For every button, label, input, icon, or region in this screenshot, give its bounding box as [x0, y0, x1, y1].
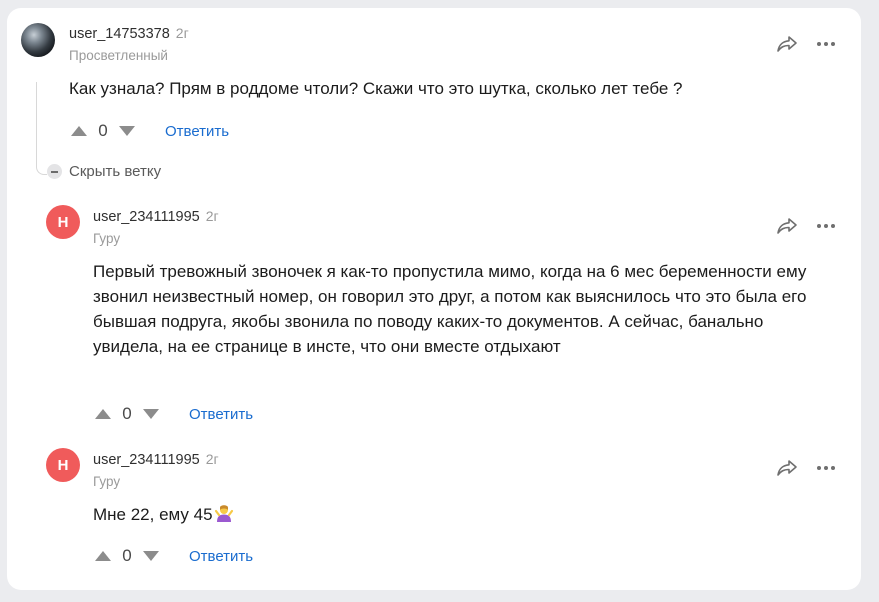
reply-button[interactable]: Ответить	[189, 548, 253, 565]
comments-card: user_14753378 2г Просветленный Как узнала…	[7, 8, 861, 590]
comment-actions: 0 Ответить	[93, 546, 253, 566]
user-rank: Гуру	[93, 474, 121, 489]
share-icon[interactable]	[775, 458, 799, 478]
vote-count: 0	[122, 404, 132, 423]
thread-line	[36, 82, 47, 175]
upvote-icon[interactable]	[93, 407, 113, 421]
comment-age: 2г	[205, 208, 219, 224]
comment-age: 2г	[205, 451, 219, 467]
person-shrugging-emoji	[214, 503, 234, 523]
user-rank: Гуру	[93, 231, 121, 246]
username[interactable]: user_234111995	[93, 452, 200, 468]
share-icon[interactable]	[775, 34, 799, 54]
username[interactable]: user_14753378	[69, 26, 170, 42]
comment-header: user_234111995 2г	[93, 451, 219, 468]
user-rank: Просветленный	[69, 48, 168, 63]
minus-icon	[47, 164, 62, 179]
comment-actions: 0 Ответить	[69, 121, 229, 141]
upvote-icon[interactable]	[69, 124, 89, 138]
more-icon[interactable]	[815, 458, 837, 478]
avatar[interactable]: Н	[46, 205, 80, 239]
comment-text-row: Мне 22, ему 45	[93, 502, 833, 527]
avatar-letter: Н	[57, 456, 69, 474]
downvote-icon[interactable]	[141, 407, 161, 421]
comment-actions: 0 Ответить	[93, 404, 253, 424]
hide-branch-label: Скрыть ветку	[69, 163, 162, 180]
comment-header: user_234111995 2г	[93, 208, 219, 225]
share-icon[interactable]	[775, 216, 799, 236]
comment-text: Первый тревожный звоночек я как-то пропу…	[93, 262, 807, 356]
downvote-icon[interactable]	[141, 549, 161, 563]
comment-text: Как узнала? Прям в роддоме чтоли? Скажи …	[69, 79, 683, 98]
comment-age: 2г	[175, 25, 189, 41]
reply-button[interactable]: Ответить	[189, 406, 253, 423]
reply-button[interactable]: Ответить	[165, 123, 229, 140]
comment-header: user_14753378 2г	[69, 25, 189, 42]
hide-branch-button[interactable]: Скрыть ветку	[47, 163, 161, 180]
downvote-icon[interactable]	[117, 124, 137, 138]
vote-count: 0	[98, 121, 108, 140]
vote-count: 0	[122, 546, 132, 565]
comment-text: Мне 22, ему 45	[93, 505, 213, 524]
more-icon[interactable]	[815, 34, 837, 54]
avatar-letter: Н	[57, 213, 69, 231]
upvote-icon[interactable]	[93, 549, 113, 563]
username[interactable]: user_234111995	[93, 209, 200, 225]
more-icon[interactable]	[815, 216, 837, 236]
avatar[interactable]: Н	[46, 448, 80, 482]
avatar[interactable]	[21, 23, 55, 57]
